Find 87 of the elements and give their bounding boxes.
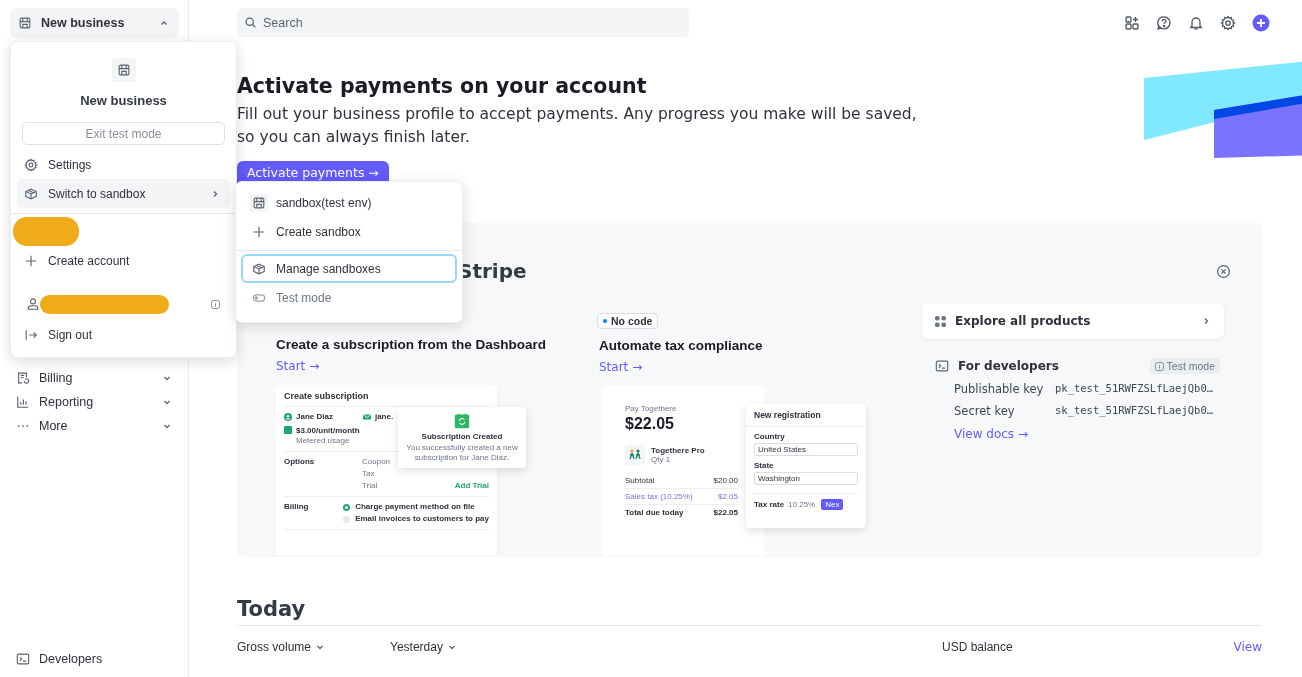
start-link[interactable]: Start → <box>276 359 320 373</box>
settings-icon <box>24 157 38 172</box>
close-icon[interactable] <box>1216 263 1231 279</box>
section-title: For developers <box>958 359 1060 373</box>
person-icon <box>284 413 292 421</box>
account-switcher[interactable]: New business <box>10 8 179 38</box>
info-icon[interactable] <box>211 299 220 309</box>
mock-label: State <box>754 461 775 470</box>
summary-row: Subtotal $20.00 <box>625 473 738 489</box>
mock-label: Country <box>754 432 786 441</box>
toast-title: Subscription Created <box>421 432 503 441</box>
plus-icon <box>24 253 38 268</box>
business-name: New business <box>79 93 168 108</box>
page-description: Fill out your business profile to accept payments. Any progress you make will be saved, so you can always finish later. <box>237 104 918 148</box>
api-key: pk_test_51RWFZSLfLaejQb0… <box>1055 382 1214 396</box>
badge: No code <box>597 313 659 329</box>
section-title: Today <box>237 597 1262 626</box>
api-key: sk_test_51RWFZSLfLaejQb0… <box>1055 404 1214 418</box>
key-label: Publishable key <box>954 382 1045 396</box>
sidebar-item[interactable]: Developers <box>10 647 172 671</box>
explore-products-button[interactable]: Explore all products <box>922 303 1224 339</box>
mock-text: Email invoices to customers to pay <box>355 514 489 524</box>
store-icon <box>18 16 32 30</box>
mock-text: Trial <box>362 481 378 491</box>
mock-text: Billing <box>284 502 310 513</box>
card-title: Automate tax compliance <box>599 338 763 353</box>
cube-icon <box>24 186 38 201</box>
product-picture-icon <box>625 445 645 465</box>
menu-item[interactable]: Manage sandboxes <box>241 254 457 283</box>
search-field[interactable]: Search <box>237 8 689 37</box>
mock-text: 10.25% <box>788 500 816 509</box>
filter-dropdown[interactable]: Yesterday <box>390 640 543 654</box>
mock-text: jane. <box>374 412 394 422</box>
toast-text: You successfully created a new subscription for Jane Diaz. <box>405 443 519 462</box>
sidebar-item[interactable]: More <box>10 414 172 438</box>
sign-out-icon <box>24 327 38 342</box>
create-icon[interactable] <box>1252 13 1270 32</box>
sidebar-item[interactable]: Reporting <box>10 390 172 414</box>
terminal-icon <box>16 652 30 666</box>
settings-icon[interactable] <box>1220 14 1236 31</box>
cube-icon <box>252 261 266 276</box>
summary-row-text: Total due today $22.05 <box>625 507 738 519</box>
mock-text: Tax <box>362 469 375 479</box>
page-title: Activate payments on your account <box>237 73 648 99</box>
card-title: Create a subscription from the Dashboard <box>276 337 547 352</box>
summary-row: Sales tax (10.25%) $2.05 <box>625 489 738 505</box>
menu-item[interactable]: Settings <box>17 150 230 179</box>
mail-icon <box>362 413 371 421</box>
plus-icon <box>252 224 266 239</box>
info-icon <box>1154 361 1164 371</box>
search-icon <box>244 16 257 29</box>
mock-text: Coupon <box>362 457 391 467</box>
menu-item[interactable]: Switch to sandbox <box>17 179 230 208</box>
docs-link[interactable]: View docs → <box>954 427 1224 441</box>
filter-dropdown[interactable]: Gross volume <box>237 640 390 654</box>
balance-label: USD balance <box>942 640 1013 654</box>
mock-text: Jane Diaz <box>296 412 333 422</box>
sidebar-item[interactable]: Billing <box>10 366 172 390</box>
mock-text: $3.00/unit/month <box>296 426 360 436</box>
view-link[interactable]: View <box>1233 640 1262 654</box>
mock-text: Pay Togethere <box>625 404 678 413</box>
mock-text: Metered usage <box>296 436 351 446</box>
terminal-icon <box>935 359 949 373</box>
badge-text: Test mode <box>1166 360 1215 372</box>
mock-text: Qty 1 <box>651 455 672 464</box>
mock-text: Charge payment method on file <box>355 502 475 512</box>
mock-amount: $22.05 <box>625 415 675 433</box>
mock-title: New registration <box>746 404 866 427</box>
bell-icon[interactable] <box>1188 14 1204 31</box>
store-icon <box>252 195 266 210</box>
key-label: Secret key <box>954 404 1016 418</box>
redaction-mark <box>13 217 79 246</box>
mock-text: Options <box>284 457 316 468</box>
menu-item[interactable]: Create account <box>17 246 230 275</box>
calendar-refresh-icon <box>454 413 470 429</box>
grid-icon <box>935 315 946 327</box>
mock-text: Tax rate <box>754 500 785 509</box>
help-icon[interactable] <box>1156 14 1172 31</box>
menu-item[interactable]: Create sandbox <box>241 217 457 246</box>
add-app-icon[interactable] <box>1124 14 1140 31</box>
bar-chart-icon <box>16 395 30 409</box>
mock-text: Togethere Pro <box>651 446 705 455</box>
store-icon <box>116 63 131 77</box>
receipt-icon <box>16 371 30 385</box>
start-link[interactable]: Start → <box>599 360 643 374</box>
user-icon <box>26 297 40 311</box>
menu-item[interactable]: Sign out <box>17 320 230 349</box>
